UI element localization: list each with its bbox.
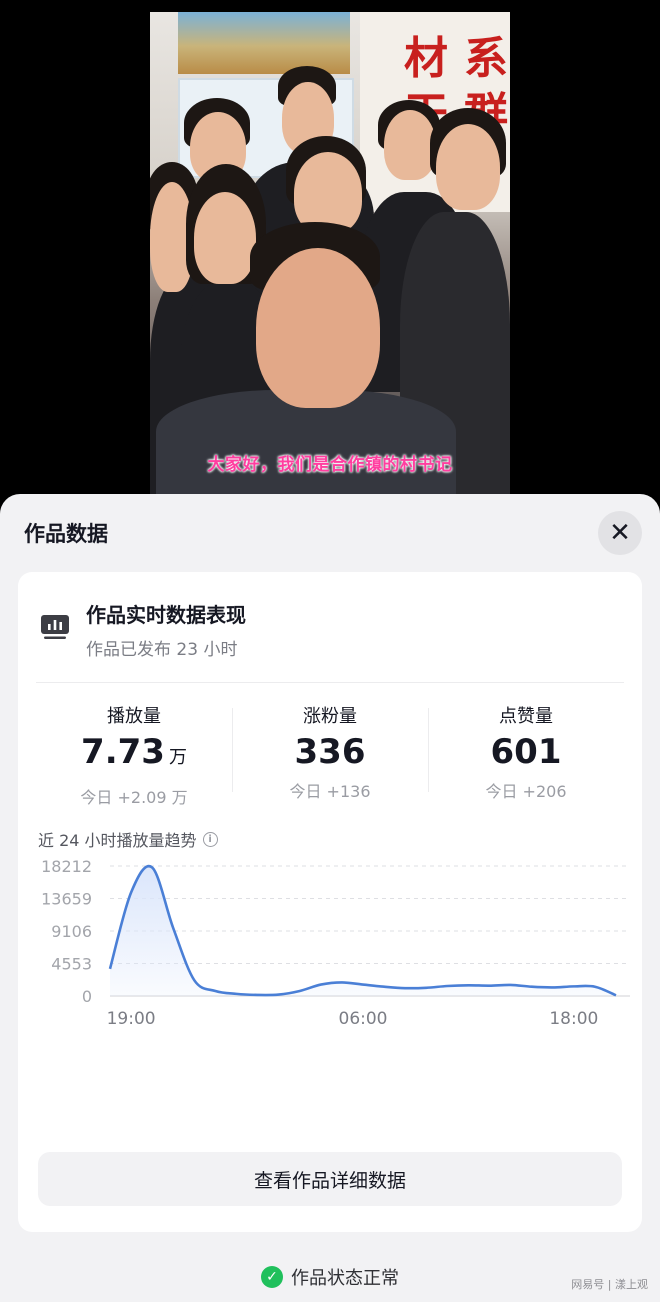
data-point xyxy=(593,985,597,989)
data-point xyxy=(340,980,344,984)
data-point xyxy=(171,926,175,930)
info-icon[interactable]: i xyxy=(202,831,218,847)
data-point xyxy=(551,985,555,989)
metric-value: 336 xyxy=(232,732,428,772)
data-point xyxy=(150,866,154,870)
x-tick-label: 06:00 xyxy=(339,1009,388,1029)
y-tick-label: 4553 xyxy=(51,955,92,974)
data-point xyxy=(108,967,112,971)
metric-number: 601 xyxy=(490,732,562,772)
data-point xyxy=(466,983,470,987)
metric-today: 今日 +2.09 万 xyxy=(80,788,188,807)
y-tick-label: 9106 xyxy=(51,922,92,941)
metric-plays[interactable]: 播放量 7.73 万 今日 +2.09 万 xyxy=(36,702,232,808)
data-point xyxy=(256,993,260,997)
y-tick-label: 18212 xyxy=(41,858,92,876)
close-button[interactable]: ✕ xyxy=(598,511,642,555)
trend-label: 近 24 小时播放量趋势 i xyxy=(38,827,218,851)
data-point xyxy=(235,992,239,996)
data-point xyxy=(382,985,386,989)
sheet-title: 作品数据 xyxy=(24,522,108,546)
metric-number: 336 xyxy=(294,732,366,772)
wall-slogan-char: 系 xyxy=(464,33,508,84)
person-face xyxy=(436,124,500,210)
plays-trend-chart[interactable]: 18212 13659 9106 4553 0 19:00 06:00 18:00 xyxy=(32,858,632,1048)
person-face xyxy=(194,192,256,284)
data-point xyxy=(213,989,217,993)
work-status: ✓ 作品状态正常 xyxy=(0,1264,660,1290)
data-point xyxy=(403,986,407,990)
card-title: 作品实时数据表现 xyxy=(86,603,246,627)
status-text: 作品状态正常 xyxy=(291,1268,399,1289)
watermark: 网易号 | 漾上观 xyxy=(571,1278,648,1291)
metric-today: 今日 +206 xyxy=(485,782,567,801)
data-point xyxy=(572,984,576,988)
metric-label: 涨粉量 xyxy=(303,706,357,727)
close-icon: ✕ xyxy=(609,518,631,548)
data-point xyxy=(445,984,449,988)
divider xyxy=(36,682,624,683)
wall-poster xyxy=(178,12,350,74)
data-point xyxy=(361,983,365,987)
metric-today: 今日 +136 xyxy=(289,782,371,801)
data-point xyxy=(488,984,492,988)
view-details-button[interactable]: 查看作品详细数据 xyxy=(38,1152,622,1206)
wall-slogan-char: 材 xyxy=(404,33,448,84)
work-data-sheet: 作品数据 ✕ 作品实时数据表现 作品已发布 23 小时 播放量 7.73 万 今日… xyxy=(0,494,660,1302)
person-face xyxy=(384,110,436,180)
data-point xyxy=(298,989,302,993)
publish-time: 作品已发布 23 小时 xyxy=(86,640,238,660)
data-point xyxy=(319,983,323,987)
metric-number: 7.73 xyxy=(81,732,165,772)
data-point xyxy=(277,993,281,997)
video-frame[interactable]: 材 系 干 群 大家好，我们是合作镇的村书记 xyxy=(150,12,510,494)
bar-chart-icon xyxy=(41,615,69,639)
y-tick-label: 13659 xyxy=(41,890,92,909)
check-circle-icon: ✓ xyxy=(261,1266,283,1288)
data-point xyxy=(424,986,428,990)
data-point xyxy=(509,983,513,987)
x-tick-label: 18:00 xyxy=(549,1009,598,1029)
data-point xyxy=(129,890,133,894)
x-tick-label: 19:00 xyxy=(107,1009,156,1029)
realtime-data-card: 作品实时数据表现 作品已发布 23 小时 播放量 7.73 万 今日 +2.09 … xyxy=(18,572,642,1232)
data-point xyxy=(614,993,618,997)
metric-unit: 万 xyxy=(168,747,187,768)
metric-value: 7.73 万 xyxy=(36,732,232,778)
metric-likes[interactable]: 点赞量 601 今日 +206 xyxy=(428,702,624,802)
person-face xyxy=(256,248,380,408)
data-point xyxy=(530,985,534,989)
metric-label: 点赞量 xyxy=(499,706,553,727)
y-tick-label: 0 xyxy=(82,987,92,1006)
data-point xyxy=(192,978,196,982)
metric-followers[interactable]: 涨粉量 336 今日 +136 xyxy=(232,702,428,802)
metric-value: 601 xyxy=(428,732,624,772)
metric-label: 播放量 xyxy=(107,706,161,727)
video-subtitle: 大家好，我们是合作镇的村书记 xyxy=(207,455,453,475)
trend-label-text: 近 24 小时播放量趋势 xyxy=(38,831,197,850)
